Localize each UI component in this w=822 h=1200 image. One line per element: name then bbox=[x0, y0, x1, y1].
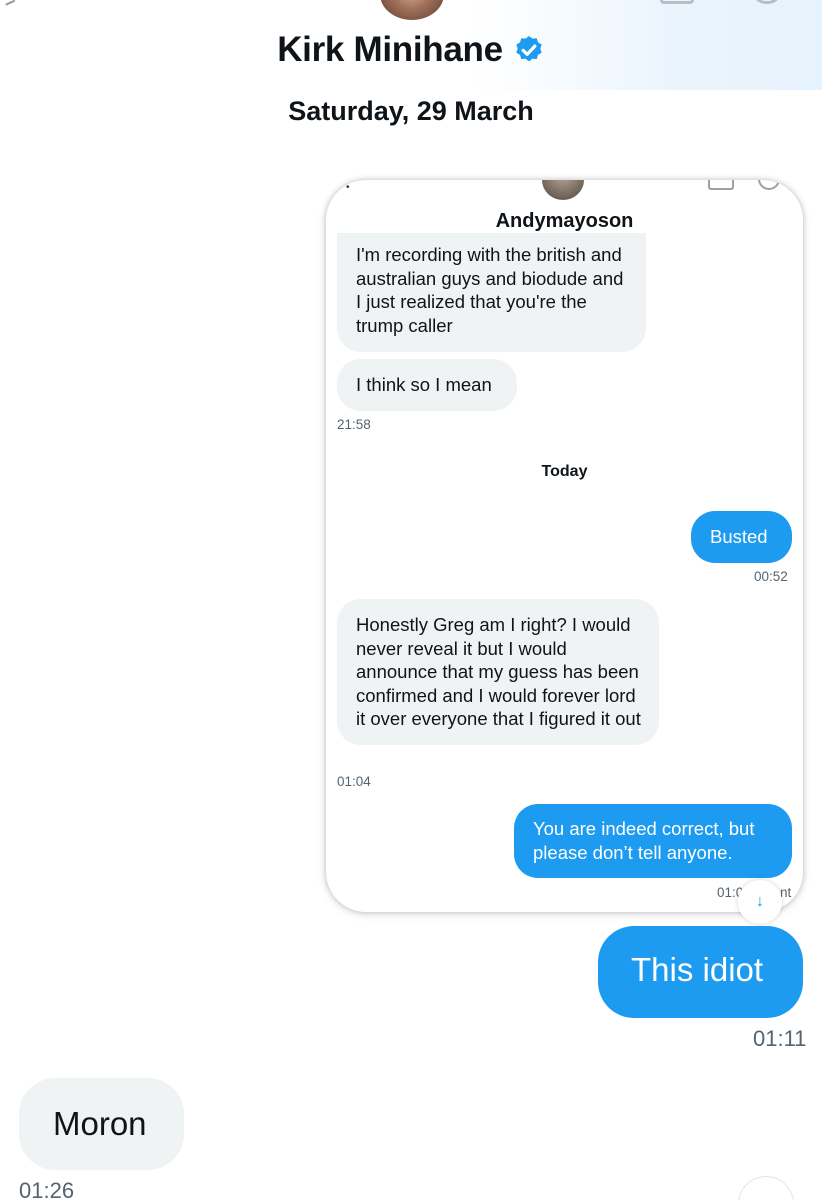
embedded-day-separator: Today bbox=[541, 463, 588, 480]
embedded-message-bubble: I think so I mean bbox=[337, 359, 517, 411]
embedded-call-icon bbox=[758, 180, 780, 190]
embedded-avatar bbox=[542, 180, 584, 200]
conversation-date: Saturday, 29 March bbox=[288, 96, 534, 126]
back-arrow-icon[interactable] bbox=[2, 0, 16, 6]
embedded-timestamp: 01:04 bbox=[337, 774, 371, 789]
video-call-icon[interactable] bbox=[660, 0, 694, 4]
contact-avatar[interactable] bbox=[380, 0, 444, 20]
embedded-message-bubble: Honestly Greg am I right? I would never … bbox=[337, 599, 659, 745]
embedded-timestamp: 00:52 bbox=[754, 569, 788, 584]
verified-badge-icon bbox=[516, 36, 542, 62]
scroll-bottom-button[interactable] bbox=[738, 1176, 794, 1200]
embedded-video-icon bbox=[708, 180, 734, 190]
embedded-contact-name: Andymayoson bbox=[495, 210, 634, 232]
embedded-timestamp: 21:58 bbox=[337, 417, 371, 432]
embedded-message-bubble: Busted bbox=[691, 511, 792, 563]
contact-name-row[interactable]: Kirk Minihane bbox=[0, 30, 822, 70]
message-timestamp: 01:26 bbox=[19, 1178, 75, 1200]
message-bubble-sent[interactable]: This idiot bbox=[598, 926, 803, 1018]
message-timestamp: 01:11 bbox=[753, 1026, 807, 1051]
scroll-down-icon[interactable]: ↓ bbox=[738, 880, 782, 924]
embedded-message-bubble: I'm recording with the british and austr… bbox=[337, 233, 646, 352]
embedded-screenshot: • Andymayoson I'm recording with the bri… bbox=[326, 180, 803, 912]
embedded-back-icon: • bbox=[346, 182, 350, 193]
embedded-message-bubble: You are indeed correct, but please don’t… bbox=[514, 804, 792, 878]
contact-name: Kirk Minihane bbox=[277, 30, 503, 69]
message-bubble-received[interactable]: Moron bbox=[19, 1078, 184, 1170]
